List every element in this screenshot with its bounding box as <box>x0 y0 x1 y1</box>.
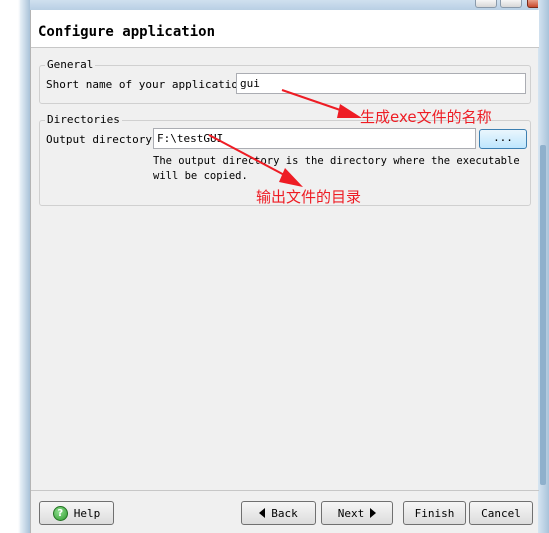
general-group-title: General <box>45 58 96 71</box>
finish-button-label: Finish <box>414 506 455 520</box>
dialog-header: Configure application <box>31 10 539 48</box>
finish-button[interactable]: Finish <box>403 501 466 525</box>
window-top-frame <box>30 0 549 10</box>
next-button-label: Next <box>337 506 365 520</box>
back-button[interactable]: Back <box>241 501 316 525</box>
short-name-input[interactable]: gui <box>236 73 526 94</box>
dir-annotation-text: 输出文件的目录 <box>256 188 362 206</box>
footer-separator <box>31 490 539 491</box>
cancel-button[interactable]: Cancel <box>469 501 533 525</box>
short-name-label: Short name of your application: <box>46 78 252 91</box>
help-button-label: Help <box>73 506 101 520</box>
help-button[interactable]: ? Help <box>39 501 114 525</box>
page-title: Configure application <box>38 24 216 40</box>
back-button-label: Back <box>271 506 298 520</box>
triangle-left-icon <box>259 508 266 518</box>
next-button[interactable]: Next <box>321 501 393 525</box>
directories-group-title: Directories <box>45 113 122 126</box>
window-right-frame <box>538 0 549 533</box>
background-window-strip: feye <box>0 0 30 533</box>
browse-button[interactable]: ... <box>479 129 527 149</box>
general-group: General Short name of your application: … <box>39 58 531 104</box>
help-icon: ? <box>52 505 68 521</box>
output-directory-label: Output directory: <box>46 133 159 146</box>
output-directory-description-line1: The output directory is the directory wh… <box>153 155 520 167</box>
scrollbar-thumb[interactable] <box>540 145 546 485</box>
triangle-right-icon <box>370 508 377 518</box>
strip-glow <box>20 0 30 533</box>
cancel-button-label: Cancel <box>481 506 521 520</box>
maximize-button[interactable] <box>500 0 522 8</box>
output-directory-input[interactable]: F:\testGUI <box>153 128 476 149</box>
output-directory-description-line2: will be copied. <box>153 170 248 182</box>
name-annotation-text: 生成exe文件的名称 <box>360 108 492 126</box>
configure-application-dialog: Configure application General Short name… <box>30 10 539 533</box>
minimize-button[interactable] <box>475 0 497 8</box>
